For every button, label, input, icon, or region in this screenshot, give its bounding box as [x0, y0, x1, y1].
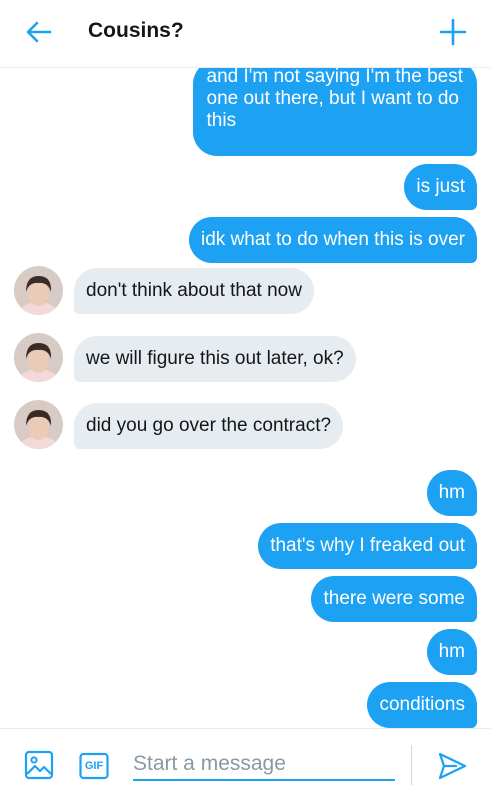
- message-bubble-outgoing[interactable]: idk what to do when this is over: [188, 217, 477, 263]
- message-text: idk what to do when this is over: [200, 229, 465, 250]
- message-text: don't think about that now: [86, 280, 302, 301]
- avatar[interactable]: [14, 333, 63, 382]
- conversation-title: Cousins?: [88, 19, 184, 42]
- composer-divider: [411, 745, 412, 785]
- message-line: one out there, but I want to do: [206, 88, 459, 109]
- message-bubble-outgoing[interactable]: is just: [404, 164, 477, 210]
- message-text: did you go over the contract?: [86, 415, 332, 436]
- message-text: that's why I freaked out: [270, 535, 465, 556]
- send-icon[interactable]: [436, 750, 468, 782]
- message-text: is just: [416, 176, 465, 197]
- conversation-header: Cousins?: [0, 0, 491, 68]
- message-text: conditions: [379, 694, 465, 715]
- message-line: this: [206, 110, 237, 131]
- message-text: we will figure this out later, ok?: [86, 348, 344, 369]
- message-bubble-incoming[interactable]: don't think about that now: [74, 268, 314, 314]
- message-bubble-outgoing[interactable]: hm: [426, 629, 477, 675]
- plus-icon[interactable]: [436, 15, 470, 49]
- gif-label: GIF: [84, 760, 104, 772]
- message-bubble-outgoing[interactable]: hm: [426, 470, 477, 516]
- gif-button[interactable]: GIF: [79, 751, 109, 781]
- avatar[interactable]: [14, 400, 63, 449]
- avatar[interactable]: [14, 266, 63, 315]
- message-bubble-outgoing[interactable]: there were some: [311, 576, 477, 622]
- message-input[interactable]: [133, 749, 395, 781]
- avatar-photo-icon: [14, 266, 63, 315]
- message-bubble-incoming[interactable]: did you go over the contract?: [74, 403, 344, 449]
- message-line: and I'm not saying I'm the best: [206, 68, 464, 87]
- message-composer: GIF: [0, 728, 491, 800]
- message-text: hm: [438, 482, 465, 503]
- message-bubble-outgoing[interactable]: conditions: [367, 682, 477, 728]
- avatar-photo-icon: [14, 333, 63, 382]
- message-bubble-outgoing[interactable]: and I'm not saying I'm the best one out …: [192, 68, 477, 156]
- message-text: there were some: [323, 588, 465, 609]
- message-bubble-outgoing[interactable]: that's why I freaked out: [258, 523, 477, 569]
- message-text: and I'm not saying I'm the best one out …: [207, 68, 464, 132]
- message-text: hm: [438, 641, 465, 662]
- message-bubble-incoming[interactable]: we will figure this out later, ok?: [74, 336, 356, 382]
- avatar-photo-icon: [14, 400, 63, 449]
- arrow-left-icon[interactable]: [22, 15, 56, 49]
- message-thread[interactable]: and I'm not saying I'm the best one out …: [0, 68, 491, 728]
- image-icon[interactable]: [24, 750, 54, 780]
